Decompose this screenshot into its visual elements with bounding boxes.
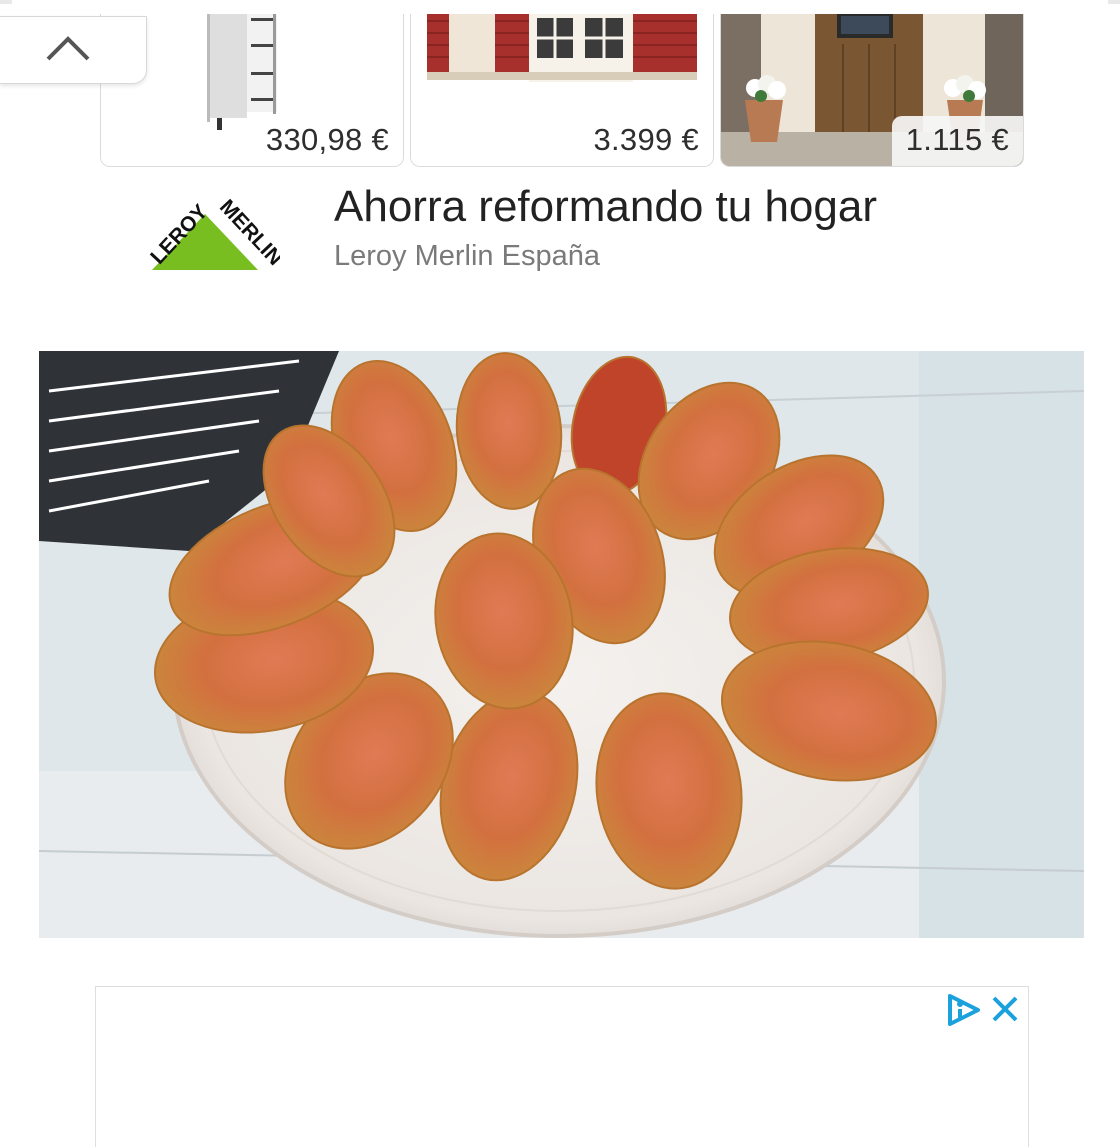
sponsored-ad[interactable]: LEROY MERLIN Ahorra reformando tu hogar …	[130, 176, 1030, 286]
ad-headline[interactable]: Ahorra reformando tu hogar	[334, 182, 877, 232]
product-price: 330,98 €	[265, 122, 389, 157]
close-icon[interactable]	[990, 994, 1020, 1024]
chevron-up-icon	[46, 36, 90, 61]
collapse-button[interactable]	[0, 16, 147, 84]
banner-ad-frame[interactable]	[95, 986, 1029, 1147]
product-price: 1.115 €	[891, 116, 1023, 166]
product-card-front-door[interactable]: 1.115 €	[720, 14, 1024, 167]
adchoices-icon[interactable]	[946, 992, 982, 1028]
article-image	[39, 351, 1084, 938]
leroy-merlin-logo: LEROY MERLIN	[146, 195, 280, 270]
product-price: 3.399 €	[593, 122, 699, 157]
product-carousel: 330,98 € 3.399 € 1.115 €	[100, 14, 1024, 168]
product-card-garden-house[interactable]: 3.399 €	[410, 14, 714, 167]
ad-advertiser-name: Leroy Merlin España	[334, 240, 600, 272]
